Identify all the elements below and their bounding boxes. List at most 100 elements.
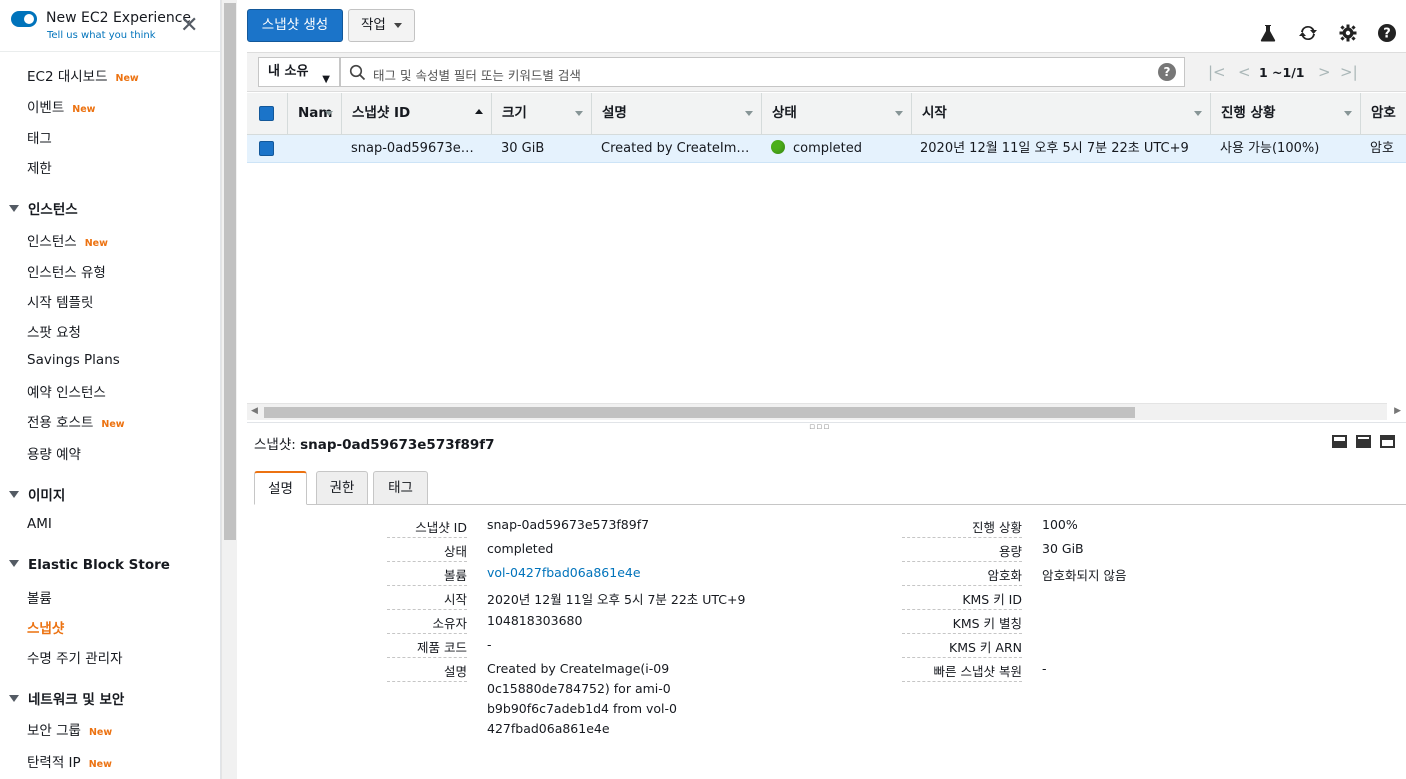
column-started[interactable]: 시작 [911, 93, 1210, 135]
column-name[interactable]: Nam [287, 93, 341, 135]
owner-filter-select[interactable]: 내 소유 ▼ [258, 57, 340, 87]
sidebar-item-savings-plans[interactable]: Savings Plans [27, 352, 120, 368]
value-product-codes: - [487, 637, 492, 652]
section-title: Elastic Block Store [28, 557, 170, 573]
label-volume: 볼륨 [387, 565, 467, 586]
sidebar-scrollbar[interactable] [221, 0, 237, 779]
sidebar-item-limits[interactable]: 제한 [27, 157, 52, 177]
section-title: 인스턴스 [28, 202, 78, 218]
select-all-checkbox[interactable] [259, 106, 274, 121]
panel-maximize-icon[interactable] [1380, 435, 1395, 448]
resize-handle[interactable]: ▫▫▫ [809, 422, 830, 432]
tab-tags[interactable]: 태그 [373, 471, 428, 505]
panel-medium-icon[interactable] [1356, 435, 1371, 448]
value-volume-link[interactable]: vol-0427fbad06a861e4e [487, 565, 641, 580]
new-experience-toggle[interactable] [11, 11, 37, 27]
status-ok-icon [771, 140, 785, 154]
cell-size: 30 GiB [501, 141, 545, 156]
page-range: 1 ~1/1 [1259, 65, 1305, 80]
value-started: 2020년 12월 11일 오후 5시 7분 22초 UTC+9 [487, 592, 746, 607]
table-row[interactable]: snap-0ad59673e573f89f7 30 GiB Created by… [247, 135, 1406, 163]
sidebar-item-reserved-instances[interactable]: 예약 인스턴스 [27, 381, 106, 401]
sidebar-item-instances[interactable]: 인스턴스 New [27, 230, 108, 250]
sidebar-item-ami[interactable]: AMI [27, 516, 52, 532]
cell-started: 2020년 12월 11일 오후 5시 7분 22초 UTC+9 [920, 141, 1189, 156]
tab-permissions[interactable]: 권한 [316, 471, 368, 505]
sidebar-item-dedicated-hosts[interactable]: 전용 호스트 New [27, 411, 125, 431]
actions-dropdown[interactable]: 작업 [348, 9, 415, 42]
detail-title-prefix: 스냅샷: [254, 437, 296, 453]
column-progress[interactable]: 진행 상황 [1210, 93, 1360, 135]
table-horizontal-scrollbar[interactable]: ◀ ▶ [247, 403, 1401, 420]
section-title: 네트워크 및 보안 [28, 692, 125, 708]
help-icon[interactable]: ? [1377, 23, 1397, 43]
filter-bar: 내 소유 ▼ 태그 및 속성별 필터 또는 키워드별 검색 ? |< < 1 ~1… [247, 52, 1406, 92]
table-header: Nam 스냅샷 ID 크기 설명 상태 시작 진행 상황 암호 [247, 93, 1406, 135]
section-network-security[interactable]: 네트워크 및 보안 [9, 688, 124, 708]
create-snapshot-button[interactable]: 스냅샷 생성 [247, 9, 343, 42]
sidebar-item-events[interactable]: 이벤트 New [27, 96, 95, 116]
prev-page-icon[interactable]: < [1238, 63, 1251, 81]
sidebar-item-capacity-reservations[interactable]: 용량 예약 [27, 443, 81, 463]
tab-description[interactable]: 설명 [254, 471, 307, 505]
refresh-icon[interactable] [1298, 23, 1318, 43]
sidebar-item-volumes[interactable]: 볼륨 [27, 587, 52, 607]
value-owner: 104818303680 [487, 613, 583, 628]
value-snapshot-id: snap-0ad59673e573f89f7 [487, 517, 650, 532]
label-capacity: 용량 [902, 541, 1022, 562]
section-images[interactable]: 이미지 [9, 484, 65, 504]
close-icon[interactable]: ✕ [180, 15, 198, 37]
column-description[interactable]: 설명 [591, 93, 761, 135]
search-input[interactable]: 태그 및 속성별 필터 또는 키워드별 검색 ? [340, 57, 1185, 87]
new-experience-title: New EC2 Experience [46, 10, 192, 26]
label-kms-key-arn: KMS 키 ARN [902, 637, 1022, 658]
svg-text:?: ? [1383, 27, 1391, 42]
section-instances[interactable]: 인스턴스 [9, 198, 78, 218]
collapse-triangle-icon [9, 205, 19, 212]
column-label: 상태 [772, 105, 797, 121]
column-snapshot-id[interactable]: 스냅샷 ID [341, 93, 491, 135]
value-fast-snapshot-restore: - [1042, 661, 1047, 676]
sidebar-item-lifecycle-manager[interactable]: 수명 주기 관리자 [27, 647, 123, 667]
search-help-icon[interactable]: ? [1158, 63, 1176, 81]
gear-icon[interactable] [1338, 23, 1358, 43]
label-owner: 소유자 [387, 613, 467, 634]
scroll-left-icon[interactable]: ◀ [251, 406, 258, 416]
column-label: 설명 [602, 105, 627, 121]
sort-ascending-icon [475, 109, 483, 114]
sidebar-item-tags[interactable]: 태그 [27, 127, 52, 147]
sidebar-item-label: 인스턴스 [27, 234, 77, 250]
main-content: 스냅샷 생성 작업 ? 내 소유 ▼ 태그 및 속성별 필터 또는 키워드별 검색… [237, 0, 1406, 779]
section-elastic-block-store[interactable]: Elastic Block Store [9, 557, 170, 573]
sidebar-item-elastic-ips[interactable]: 탄력적 IP New [27, 751, 112, 771]
label-kms-key-alias: KMS 키 별칭 [902, 613, 1022, 634]
panel-small-icon[interactable] [1332, 435, 1347, 448]
sidebar-item-security-groups[interactable]: 보안 그룹 New [27, 719, 112, 739]
label-description: 설명 [387, 661, 467, 682]
column-size[interactable]: 크기 [491, 93, 591, 135]
section-title: 이미지 [28, 488, 66, 504]
sidebar-item-instance-types[interactable]: 인스턴스 유형 [27, 261, 106, 281]
sidebar-item-label: 보안 그룹 [27, 723, 81, 739]
value-status: completed [487, 541, 554, 556]
last-page-icon[interactable]: >| [1340, 63, 1358, 81]
sidebar-item-ec2-dashboard[interactable]: EC2 대시보드 New [27, 65, 139, 85]
label-product-codes: 제품 코드 [387, 637, 467, 658]
sidebar-item-label: 전용 호스트 [27, 415, 94, 431]
first-page-icon[interactable]: |< [1208, 63, 1226, 81]
scroll-right-icon[interactable]: ▶ [1394, 406, 1401, 416]
scrollbar-thumb[interactable] [224, 3, 236, 540]
sidebar-item-snapshots[interactable]: 스냅샷 [27, 617, 64, 637]
flask-icon[interactable] [1258, 23, 1278, 43]
feedback-link[interactable]: Tell us what you think [47, 30, 156, 41]
column-label: 스냅샷 ID [352, 105, 411, 121]
value-encryption: 암호화되지 않음 [1042, 568, 1127, 583]
next-page-icon[interactable]: > [1318, 63, 1331, 81]
row-checkbox[interactable] [259, 141, 274, 156]
sidebar-item-launch-templates[interactable]: 시작 템플릿 [27, 291, 93, 311]
sidebar-item-spot-requests[interactable]: 스팟 요청 [27, 321, 81, 341]
column-encryption[interactable]: 암호 [1360, 93, 1406, 135]
column-status[interactable]: 상태 [761, 93, 911, 135]
scrollbar-thumb[interactable] [264, 407, 1135, 418]
value-progress: 100% [1042, 517, 1078, 532]
